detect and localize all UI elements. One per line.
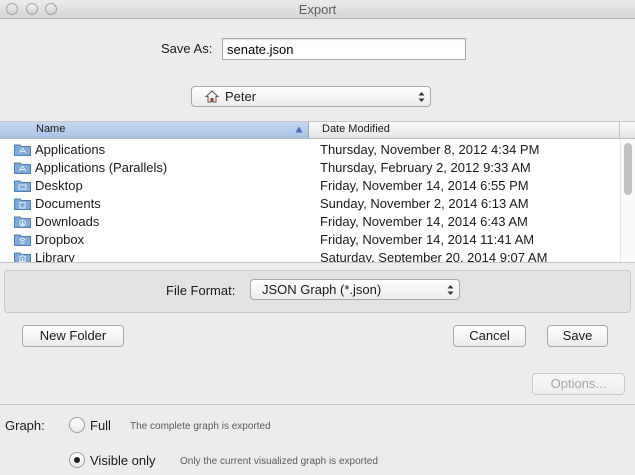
graph-export-options: Graph: Full The complete graph is export… xyxy=(0,404,635,475)
applications-folder-icon xyxy=(14,144,31,156)
list-item[interactable]: Library Saturday, September 20, 2014 9:0… xyxy=(0,248,620,263)
location-popup[interactable]: Peter xyxy=(191,86,431,107)
file-name: Desktop xyxy=(35,178,83,193)
chevron-updown-icon xyxy=(418,92,425,102)
applications-folder-icon xyxy=(14,162,31,174)
file-name: Library xyxy=(35,250,75,263)
new-folder-button[interactable]: New Folder xyxy=(22,325,124,347)
file-format-label: File Format: xyxy=(166,283,236,298)
home-icon xyxy=(205,90,219,103)
file-name: Dropbox xyxy=(35,232,85,247)
full-radio-label[interactable]: Full xyxy=(90,418,111,433)
save-as-input[interactable] xyxy=(222,38,466,60)
chevron-updown-icon xyxy=(447,285,454,295)
file-date: Friday, November 14, 2014 6:43 AM xyxy=(320,214,528,229)
file-date: Thursday, November 8, 2012 4:34 PM xyxy=(320,142,540,157)
desktop-folder-icon xyxy=(14,180,31,192)
cancel-button[interactable]: Cancel xyxy=(453,325,526,347)
library-folder-icon xyxy=(14,252,31,262)
column-header-row: Name Date Modified xyxy=(0,122,635,139)
file-format-select[interactable]: JSON Graph (*.json) xyxy=(250,279,460,300)
visible-only-radio[interactable] xyxy=(69,452,85,468)
file-list: Applications Thursday, November 8, 2012 … xyxy=(0,140,620,263)
location-label: Peter xyxy=(225,89,257,104)
file-name: Applications (Parallels) xyxy=(35,160,168,175)
dropbox-folder-icon xyxy=(14,234,31,246)
list-item[interactable]: Documents Sunday, November 2, 2014 6:13 … xyxy=(0,194,620,212)
visible-only-radio-label[interactable]: Visible only xyxy=(90,453,156,468)
visible-only-description: Only the current visualized graph is exp… xyxy=(180,456,378,467)
file-date: Sunday, November 2, 2014 6:13 AM xyxy=(320,196,529,211)
date-modified-column-header[interactable]: Date Modified xyxy=(310,122,620,138)
save-as-label: Save As: xyxy=(161,41,213,56)
file-date: Thursday, February 2, 2012 9:33 AM xyxy=(320,160,531,175)
scrollbar-thumb[interactable] xyxy=(624,143,632,195)
radio-selected-dot xyxy=(74,457,80,463)
full-description: The complete graph is exported xyxy=(130,421,271,432)
window-title: Export xyxy=(298,2,337,17)
name-column-label: Name xyxy=(36,123,66,135)
date-modified-column-label: Date Modified xyxy=(322,123,390,135)
file-name: Downloads xyxy=(35,214,100,229)
file-format-value: JSON Graph (*.json) xyxy=(262,282,382,297)
file-format-panel: File Format: JSON Graph (*.json) xyxy=(4,270,631,313)
save-button[interactable]: Save xyxy=(547,325,608,347)
documents-folder-icon xyxy=(14,198,31,210)
list-item[interactable]: Downloads Friday, November 14, 2014 6:43… xyxy=(0,212,620,230)
list-item[interactable]: Dropbox Friday, November 14, 2014 11:41 … xyxy=(0,230,620,248)
title-bar: Export xyxy=(0,0,635,19)
list-item[interactable]: Applications (Parallels) Thursday, Febru… xyxy=(0,158,620,176)
options-button: Options... xyxy=(532,373,625,395)
file-list-scrollbar[interactable] xyxy=(620,139,635,262)
list-item[interactable]: Applications Thursday, November 8, 2012 … xyxy=(0,140,620,158)
graph-label: Graph: xyxy=(5,418,45,433)
downloads-folder-icon xyxy=(14,216,31,228)
file-date: Friday, November 14, 2014 6:55 PM xyxy=(320,178,529,193)
file-name: Applications xyxy=(35,142,106,157)
file-browser: Name Date Modified Applications Thursday… xyxy=(0,121,635,263)
list-item[interactable]: Desktop Friday, November 14, 2014 6:55 P… xyxy=(0,176,620,194)
file-name: Documents xyxy=(35,196,101,211)
full-radio[interactable] xyxy=(69,417,85,433)
file-date: Saturday, September 20, 2014 9:07 AM xyxy=(320,250,548,263)
name-column-header[interactable]: Name xyxy=(0,122,309,138)
sort-ascending-icon xyxy=(295,126,303,133)
file-date: Friday, November 14, 2014 11:41 AM xyxy=(320,232,535,247)
